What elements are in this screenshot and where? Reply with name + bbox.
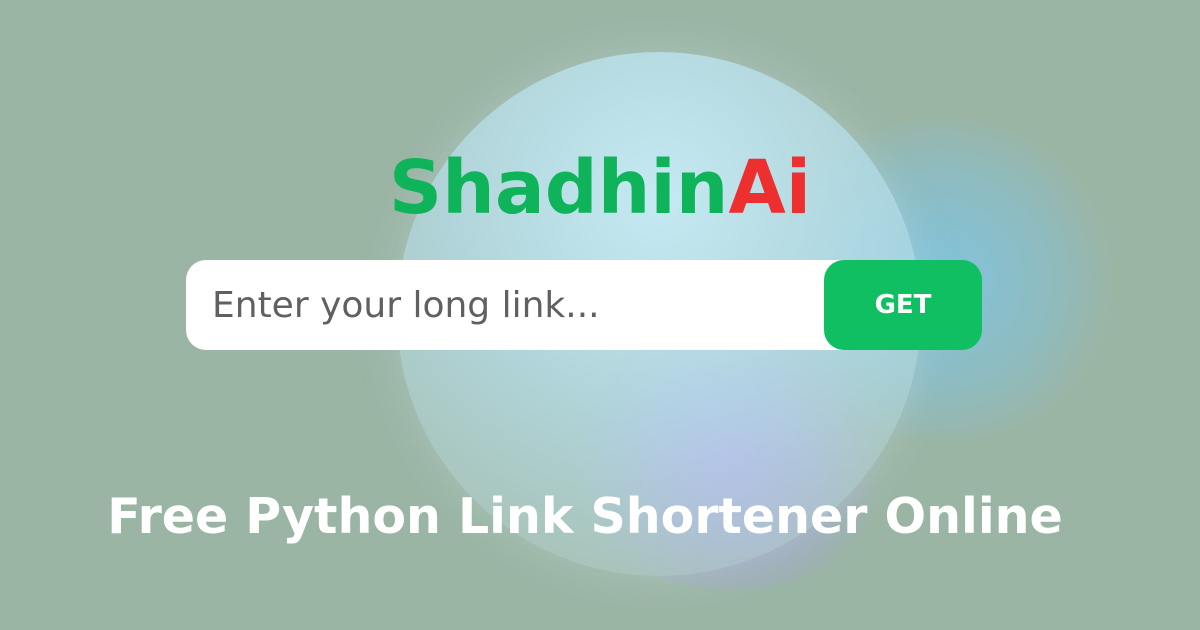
brand-name-accent: Ai bbox=[728, 145, 812, 231]
brand-name-main: Shadhin bbox=[388, 145, 729, 231]
brand-logo: ShadhinAi bbox=[0, 138, 1200, 238]
long-link-input[interactable] bbox=[186, 260, 806, 350]
get-button[interactable]: GET bbox=[824, 260, 982, 350]
tagline: Free Python Link Shortener Online bbox=[107, 488, 1063, 545]
